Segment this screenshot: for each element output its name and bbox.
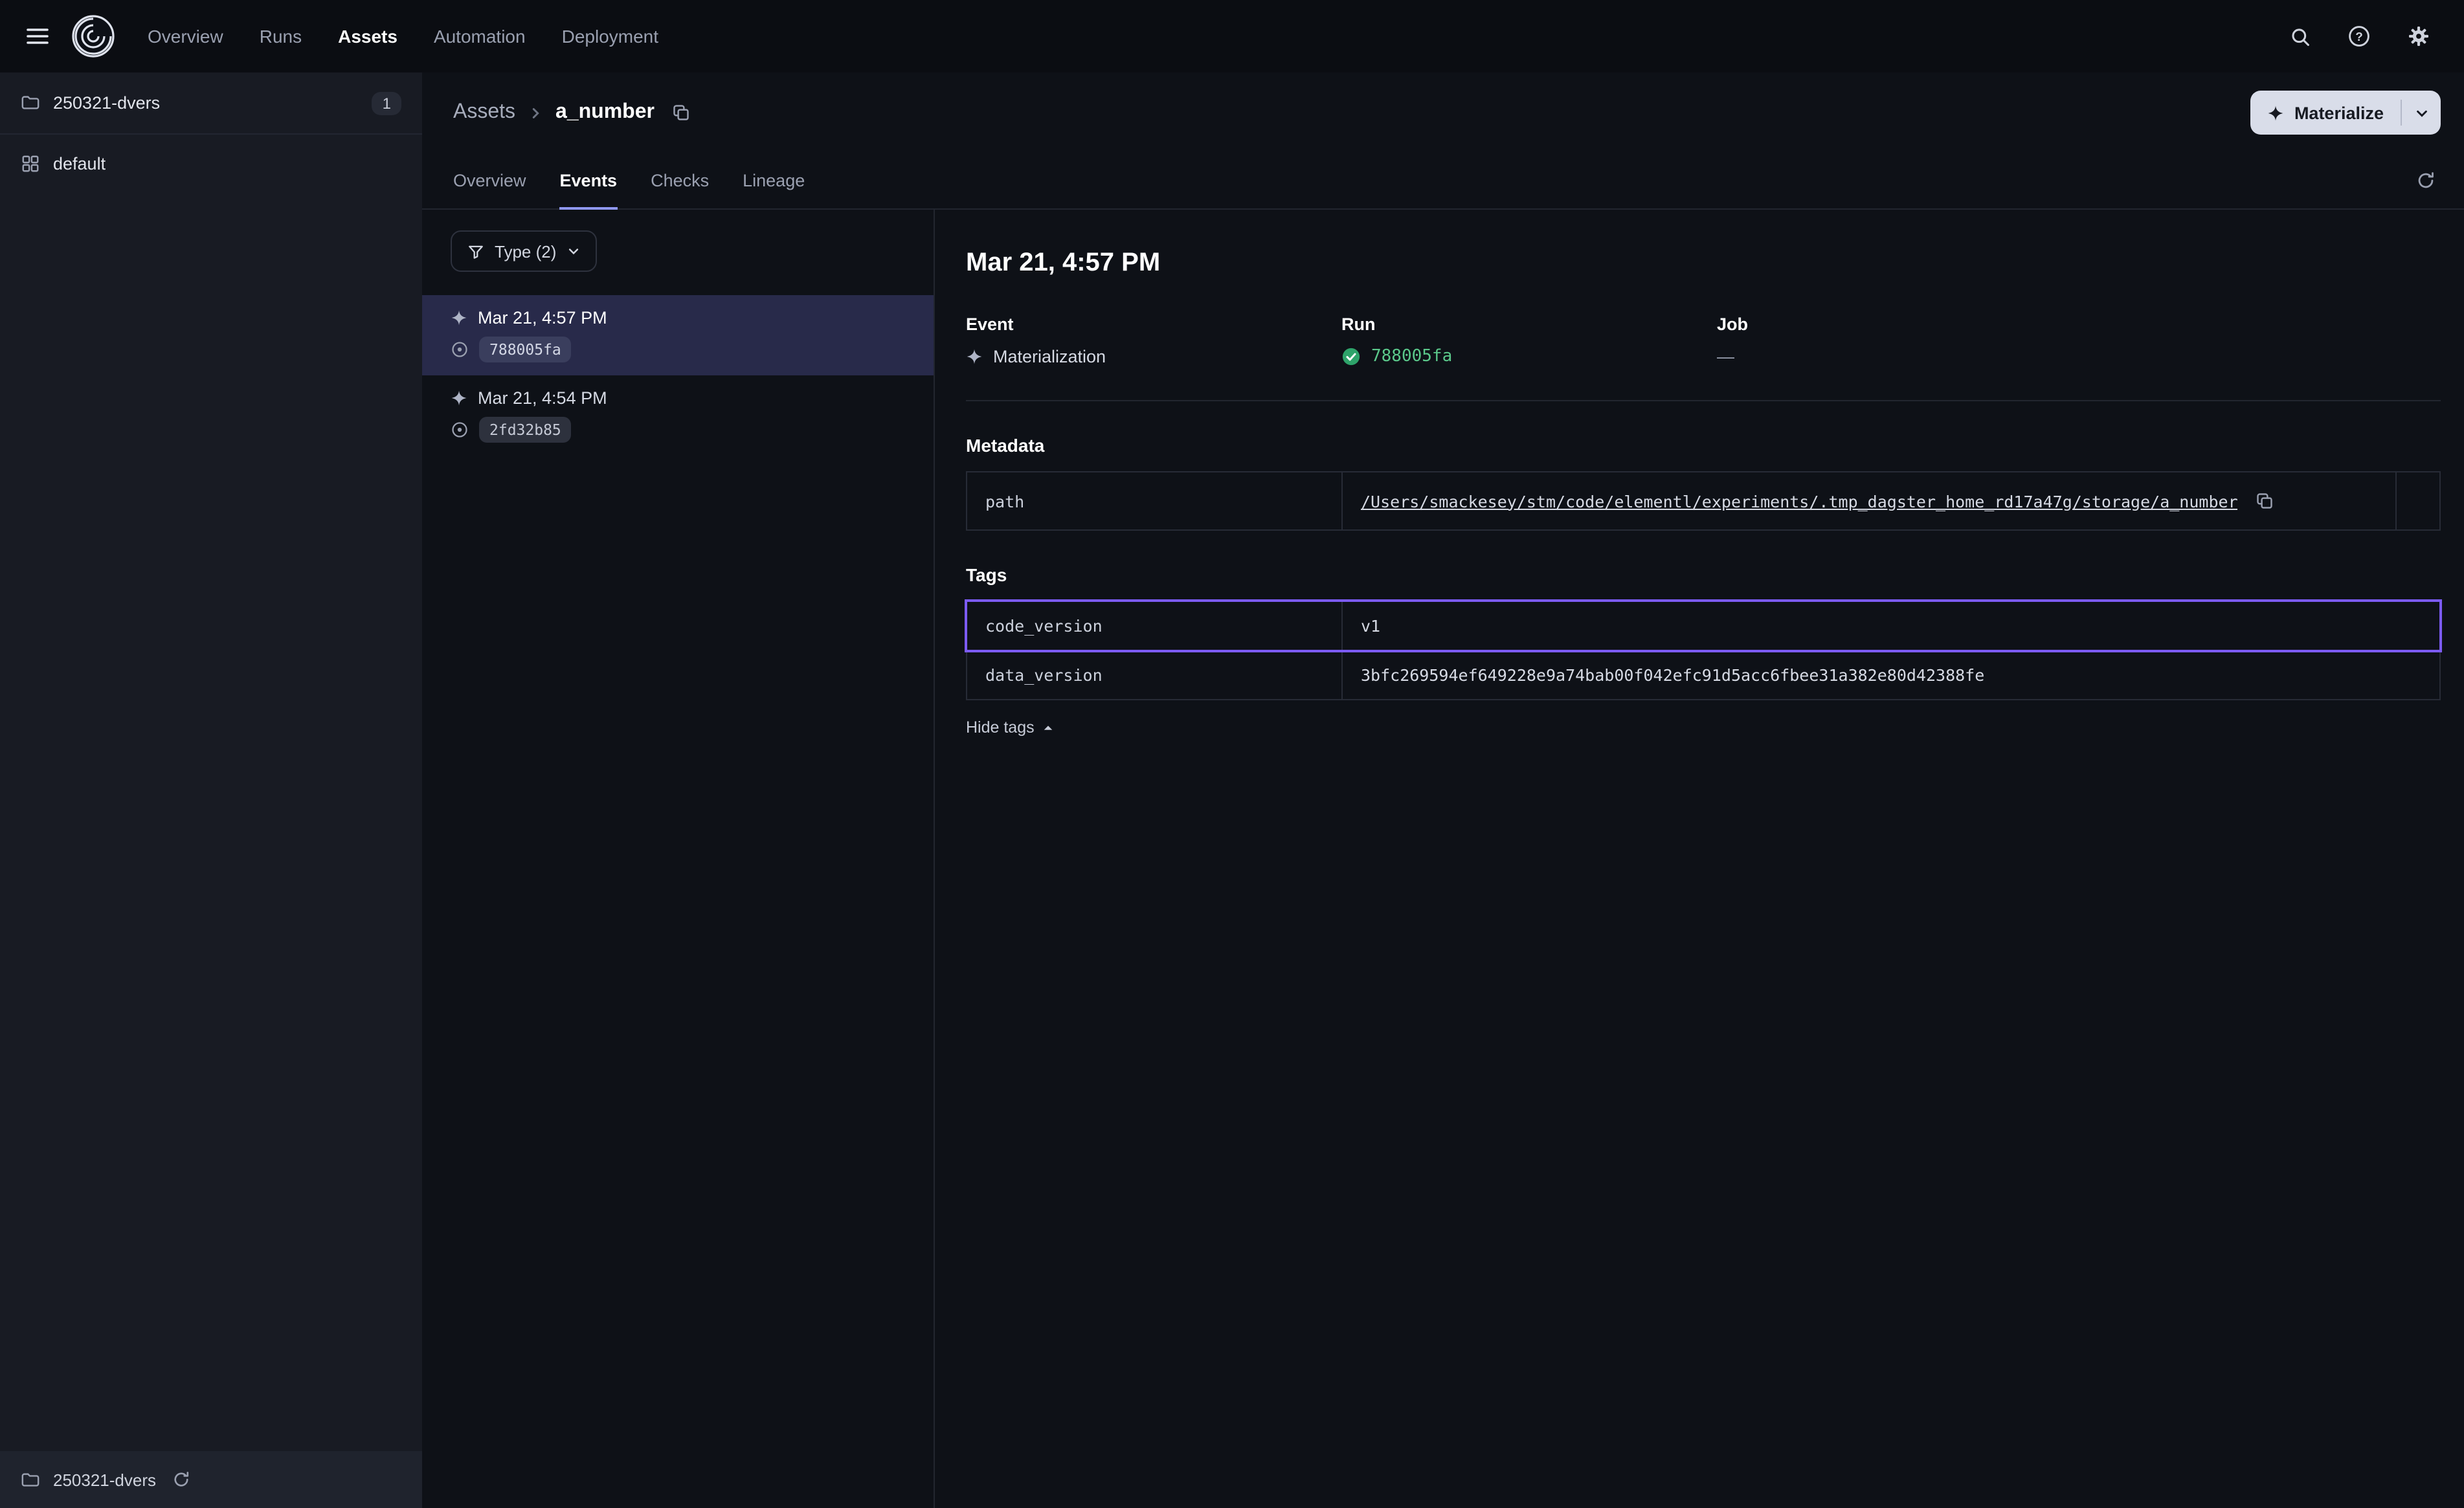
event-summary-row: Event Materialization Run xyxy=(966,315,2441,366)
topnav-actions: ? xyxy=(2284,19,2436,53)
sync-icon[interactable] xyxy=(172,1470,190,1489)
tag-key: code_version xyxy=(967,602,1343,650)
event-timestamp: Mar 21, 4:54 PM xyxy=(478,388,607,408)
copy-path-icon[interactable] xyxy=(2251,487,2279,515)
sidebar-spacer xyxy=(0,192,422,1451)
materialize-button[interactable]: Materialize xyxy=(2250,91,2401,135)
svg-text:?: ? xyxy=(2355,30,2363,44)
job-value: — xyxy=(1717,347,2092,366)
tag-value: 3bfc269594ef649228e9a74bab00f042efc91d5a… xyxy=(1343,651,2439,699)
sidebar-item-default-group[interactable]: default xyxy=(0,135,422,192)
breadcrumb: Assets a_number xyxy=(453,98,696,127)
event-timestamp: Mar 21, 4:57 PM xyxy=(478,308,607,327)
event-detail-title: Mar 21, 4:57 PM xyxy=(966,249,2441,278)
materialize-label: Materialize xyxy=(2294,103,2384,122)
folder-icon xyxy=(21,93,40,113)
section-divider xyxy=(966,400,2441,401)
run-id-badge: 2fd32b85 xyxy=(479,417,572,443)
folder-icon xyxy=(21,1470,40,1489)
metadata-heading: Metadata xyxy=(966,435,2441,456)
sidebar-item-label: 250321-dvers xyxy=(53,93,160,113)
footer-code-location-label: 250321-dvers xyxy=(53,1470,156,1489)
type-filter-label: Type (2) xyxy=(495,241,556,261)
tab-lineage[interactable]: Lineage xyxy=(743,153,805,208)
event-type-value: Materialization xyxy=(993,347,1106,366)
nav-item-deployment[interactable]: Deployment xyxy=(562,26,658,47)
chevron-right-icon xyxy=(528,105,543,120)
asset-group-icon xyxy=(21,153,40,173)
refresh-icon[interactable] xyxy=(2411,166,2441,195)
tag-row-code-version: code_version v1 xyxy=(967,602,2439,650)
job-column-label: Job xyxy=(1717,315,2092,334)
run-column-label: Run xyxy=(1341,315,1717,334)
tag-row-data-version: data_version 3bfc269594ef649228e9a74bab0… xyxy=(967,650,2439,699)
metadata-row-path: path /Users/smackesey/stm/code/elementl/… xyxy=(967,472,2439,529)
main-content: Assets a_number Materialize xyxy=(422,72,2464,1508)
sidebar-item-code-location[interactable]: 250321-dvers 1 xyxy=(0,72,422,135)
event-list-item[interactable]: Mar 21, 4:57 PM 788005fa xyxy=(422,295,934,375)
materialize-split-button: Materialize xyxy=(2250,91,2441,135)
nav-item-runs[interactable]: Runs xyxy=(260,26,302,47)
breadcrumb-assets-link[interactable]: Assets xyxy=(453,101,515,124)
metadata-key: path xyxy=(967,472,1343,529)
primary-nav: Overview Runs Assets Automation Deployme… xyxy=(148,26,658,47)
run-icon xyxy=(451,340,469,359)
search-icon[interactable] xyxy=(2284,20,2316,52)
asset-count-badge: 1 xyxy=(372,91,401,115)
materialization-icon xyxy=(451,309,467,326)
metadata-path-link[interactable]: /Users/smackesey/stm/code/elementl/exper… xyxy=(1361,491,2238,511)
nav-item-automation[interactable]: Automation xyxy=(434,26,526,47)
run-id-link[interactable]: 788005fa xyxy=(1371,347,1452,366)
hamburger-menu-icon[interactable] xyxy=(21,19,54,53)
dagster-logo[interactable] xyxy=(70,13,117,60)
copy-asset-name-icon[interactable] xyxy=(667,98,696,127)
tab-events[interactable]: Events xyxy=(560,153,618,208)
caret-up-icon xyxy=(1042,722,1054,733)
type-filter-dropdown[interactable]: Type (2) xyxy=(451,230,596,272)
hide-tags-label: Hide tags xyxy=(966,718,1035,737)
event-list: Mar 21, 4:57 PM 788005fa xyxy=(422,295,934,456)
run-id-badge: 788005fa xyxy=(479,337,572,362)
run-icon xyxy=(451,421,469,439)
asset-header: Assets a_number Materialize xyxy=(422,72,2464,153)
nav-item-assets[interactable]: Assets xyxy=(338,26,398,47)
nav-item-overview[interactable]: Overview xyxy=(148,26,223,47)
asset-sidebar: 250321-dvers 1 default 250321-dvers xyxy=(0,72,422,1508)
app-root: Overview Runs Assets Automation Deployme… xyxy=(0,0,2464,1508)
sidebar-item-label: default xyxy=(53,153,106,173)
event-list-item[interactable]: Mar 21, 4:54 PM 2fd32b85 xyxy=(422,375,934,456)
tags-heading: Tags xyxy=(966,564,2441,585)
asset-tabs: Overview Events Checks Lineage xyxy=(422,153,2464,210)
materialization-icon xyxy=(966,348,983,365)
events-list-panel: Type (2) Mar 21, 4:57 PM xyxy=(422,210,935,1508)
check-circle-icon xyxy=(1341,347,1361,366)
help-icon[interactable]: ? xyxy=(2342,19,2376,53)
filter-icon xyxy=(467,243,484,260)
materialization-icon xyxy=(2267,104,2284,121)
event-column-label: Event xyxy=(966,315,1341,334)
tab-checks[interactable]: Checks xyxy=(651,153,709,208)
metadata-table: path /Users/smackesey/stm/code/elementl/… xyxy=(966,471,2441,531)
tag-value: v1 xyxy=(1343,602,2439,650)
hide-tags-toggle[interactable]: Hide tags xyxy=(966,718,1054,737)
metadata-action-cell xyxy=(2395,472,2439,529)
chevron-down-icon xyxy=(566,245,579,258)
tag-key: data_version xyxy=(967,651,1343,699)
tags-table: code_version v1 data_version 3bfc269594e… xyxy=(966,601,2441,700)
asset-name: a_number xyxy=(555,101,655,124)
top-navbar: Overview Runs Assets Automation Deployme… xyxy=(0,0,2464,72)
event-detail-panel: Mar 21, 4:57 PM Event Materialization xyxy=(935,210,2464,1508)
sidebar-footer-code-location[interactable]: 250321-dvers xyxy=(0,1451,422,1508)
gear-icon[interactable] xyxy=(2402,19,2436,53)
materialize-dropdown-icon[interactable] xyxy=(2402,91,2441,135)
materialization-icon xyxy=(451,390,467,406)
tab-overview[interactable]: Overview xyxy=(453,153,526,208)
